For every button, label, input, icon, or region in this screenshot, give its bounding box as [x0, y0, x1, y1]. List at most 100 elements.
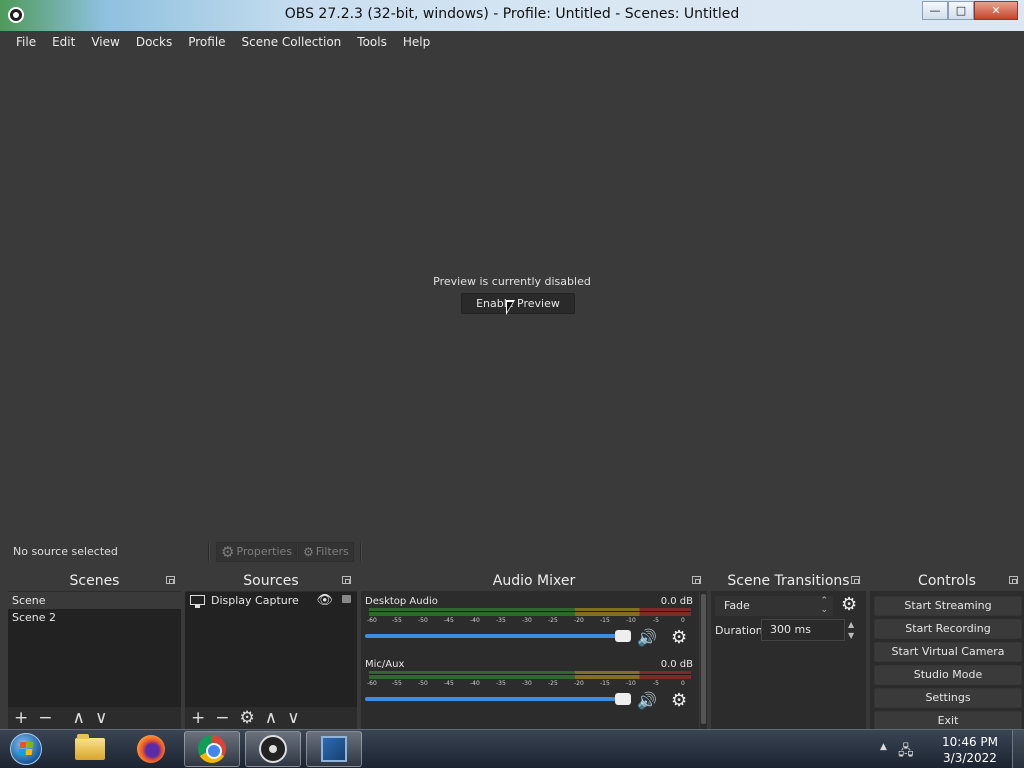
channel-db: 0.0 dB: [660, 596, 693, 607]
taskbar-explorer[interactable]: [62, 731, 118, 767]
source-properties-gear-icon[interactable]: ⚙: [240, 708, 255, 728]
show-hidden-icons-icon[interactable]: ▲: [880, 742, 887, 752]
start-streaming-button[interactable]: Start Streaming: [874, 596, 1022, 616]
windows-logo-icon: [10, 733, 42, 765]
taskbar-obs[interactable]: [245, 731, 301, 767]
transition-select[interactable]: Fade ⌃ ⌄: [715, 596, 833, 616]
menu-help[interactable]: Help: [395, 35, 438, 49]
title-bar: OBS 27.2.3 (32-bit, windows) - Profile: …: [0, 0, 1024, 31]
menu-bar: File Edit View Docks Profile Scene Colle…: [0, 31, 1024, 53]
move-source-down-button[interactable]: ∨: [287, 708, 299, 728]
audio-mixer-title: Audio Mixer: [492, 573, 576, 589]
tick-label: -60: [367, 617, 377, 624]
add-scene-button[interactable]: +: [14, 708, 28, 728]
duration-input[interactable]: 300 ms: [761, 619, 845, 641]
taskbar-chrome[interactable]: [184, 731, 240, 767]
tick-label: -5: [653, 680, 659, 687]
add-source-button[interactable]: +: [191, 708, 205, 728]
menu-file[interactable]: File: [8, 35, 44, 49]
undock-icon[interactable]: [692, 576, 701, 584]
taskbar: ▲ 🖧 10:46 PM 3/3/2022: [0, 729, 1024, 768]
menu-tools[interactable]: Tools: [349, 35, 395, 49]
properties-button[interactable]: ⚙ Properties: [216, 542, 298, 562]
studio-mode-button[interactable]: Studio Mode: [874, 665, 1022, 685]
menu-edit[interactable]: Edit: [44, 35, 83, 49]
chrome-icon: [198, 735, 226, 763]
maximize-button[interactable]: □: [948, 1, 974, 20]
exit-button[interactable]: Exit: [874, 711, 1022, 731]
tick-label: -30: [522, 680, 532, 687]
start-virtual-camera-button[interactable]: Start Virtual Camera: [874, 642, 1022, 662]
volume-slider-handle[interactable]: [615, 630, 631, 642]
tick-label: -50: [418, 680, 428, 687]
lock-icon[interactable]: [342, 595, 351, 603]
scrollbar-thumb[interactable]: [701, 594, 706, 724]
gear-icon[interactable]: ⚙: [671, 627, 687, 648]
taskbar-virtualbox[interactable]: [306, 731, 362, 767]
gear-icon[interactable]: ⚙: [671, 690, 687, 711]
mixer-scrollbar[interactable]: [699, 592, 707, 729]
undock-icon[interactable]: [166, 576, 175, 584]
menu-docks[interactable]: Docks: [128, 35, 180, 49]
clock-date: 3/3/2022: [943, 751, 997, 765]
speaker-icon[interactable]: 🔊: [637, 628, 657, 647]
sources-title: Sources: [243, 573, 299, 589]
remove-source-button[interactable]: −: [215, 708, 229, 728]
undock-icon[interactable]: [1009, 576, 1018, 584]
filters-button[interactable]: ⚙ Filters: [298, 542, 354, 562]
enable-preview-button[interactable]: Enable Preview: [461, 293, 575, 314]
properties-label: Properties: [236, 545, 293, 558]
eye-icon[interactable]: 👁: [316, 592, 333, 609]
move-scene-down-button[interactable]: ∨: [95, 708, 107, 728]
scenes-footer: + − ∧ ∨: [8, 707, 181, 729]
gear-icon[interactable]: ⚙: [841, 594, 857, 615]
move-source-up-button[interactable]: ∧: [265, 708, 277, 728]
menu-view[interactable]: View: [83, 35, 127, 49]
virtualbox-icon: [321, 736, 347, 762]
remove-scene-button[interactable]: −: [38, 708, 52, 728]
volume-slider-handle[interactable]: [615, 693, 631, 705]
transitions-body: Fade ⌃ ⌄ ⚙ Duration 300 ms ▲ ▼: [711, 592, 866, 729]
tick-label: -40: [470, 680, 480, 687]
scenes-list: Scene Scene 2: [8, 592, 181, 707]
volume-slider[interactable]: [365, 697, 629, 701]
speaker-icon[interactable]: 🔊: [637, 691, 657, 710]
source-item[interactable]: Display Capture 👁: [185, 592, 357, 609]
duration-spinner[interactable]: ▲ ▼: [848, 619, 854, 641]
tick-label: -25: [548, 617, 558, 624]
move-scene-up-button[interactable]: ∧: [73, 708, 85, 728]
toolbar-separator: [208, 543, 210, 561]
tick-label: -10: [626, 680, 636, 687]
taskbar-firefox[interactable]: [123, 731, 179, 767]
scene-transitions-header: Scene Transitions: [711, 571, 866, 591]
scene-item[interactable]: Scene: [8, 592, 181, 609]
undock-icon[interactable]: [851, 576, 860, 584]
undock-icon[interactable]: [342, 576, 351, 584]
audio-mixer-dock: Audio Mixer Desktop Audio 0.0 dB -60 -55…: [361, 571, 707, 729]
clock[interactable]: 10:46 PM 3/3/2022: [942, 734, 998, 766]
audio-mixer-header: Audio Mixer: [361, 571, 707, 591]
show-desktop-button[interactable]: [1012, 730, 1024, 768]
firefox-icon: [137, 735, 165, 763]
meter-ticks: -60 -55 -50 -45 -40 -35 -30 -25 -20 -15 …: [365, 617, 695, 627]
start-button[interactable]: [4, 730, 44, 768]
start-recording-button[interactable]: Start Recording: [874, 619, 1022, 639]
window-controls: — □ ✕: [922, 1, 1018, 20]
menu-scene-collection[interactable]: Scene Collection: [234, 35, 350, 49]
volume-meter: [369, 608, 691, 616]
source-toolbar: No source selected ⚙ Properties ⚙ Filter…: [8, 539, 1024, 565]
scene-item[interactable]: Scene 2: [8, 609, 181, 626]
menu-profile[interactable]: Profile: [180, 35, 233, 49]
close-button[interactable]: ✕: [974, 1, 1018, 20]
minimize-button[interactable]: —: [922, 1, 948, 20]
source-label: Display Capture: [211, 594, 299, 607]
controls-dock: Controls Start Streaming Start Recording…: [870, 571, 1024, 731]
tick-label: 0: [681, 680, 685, 687]
controls-body: Start Streaming Start Recording Start Vi…: [870, 592, 1024, 731]
volume-slider[interactable]: [365, 634, 629, 638]
settings-button[interactable]: Settings: [874, 688, 1022, 708]
network-icon[interactable]: 🖧: [898, 740, 914, 764]
scenes-dock: Scenes Scene Scene 2 + − ∧ ∨: [8, 571, 181, 729]
mixer-channel-desktop-audio: Desktop Audio 0.0 dB -60 -55 -50 -45 -40…: [365, 594, 695, 652]
tick-label: -5: [653, 617, 659, 624]
